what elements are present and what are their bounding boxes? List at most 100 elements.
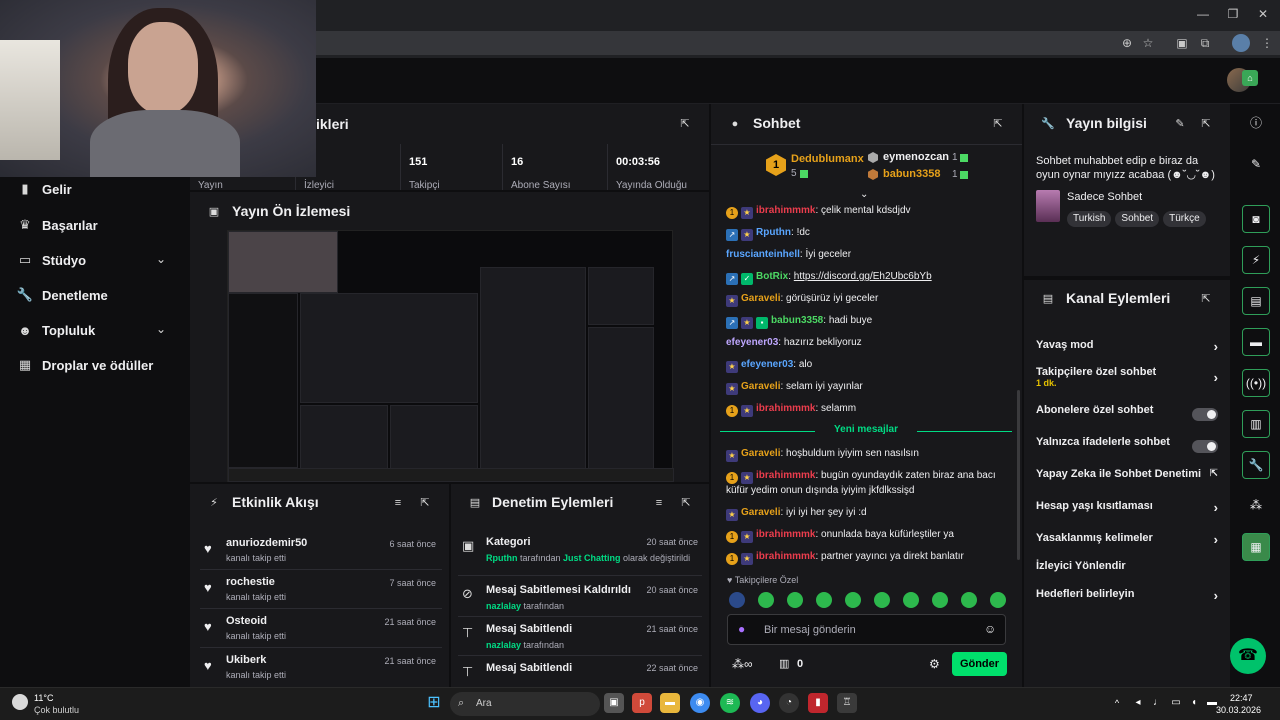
filter-icon[interactable]: ≡ <box>391 496 405 510</box>
tray-icon[interactable]: ◂ <box>1128 693 1148 713</box>
volume-icon[interactable]: ◖ <box>1184 693 1204 713</box>
popout-icon[interactable]: ⇱ <box>678 117 692 131</box>
mod-row[interactable]: ▣ Kategori 20 saat önce Rputhn tarafında… <box>458 530 702 576</box>
camera-icon[interactable]: ◙ <box>1242 205 1270 233</box>
tag[interactable]: Sohbet <box>1115 211 1160 227</box>
emote-icon[interactable] <box>874 592 890 608</box>
category-thumbnail[interactable] <box>1036 190 1060 222</box>
sidebar-item-denetleme[interactable]: 🔧 Denetleme <box>16 283 108 307</box>
mod-row[interactable]: ⊤ Mesaj Sabitlendi 22 saat önce <box>458 656 702 684</box>
emote-icon[interactable] <box>932 592 948 608</box>
popout-icon[interactable]: ⇱ <box>1199 117 1213 131</box>
store-icon[interactable]: ▥ <box>779 657 789 670</box>
activity-row[interactable]: ♥ Ukiberk kanalı takip etti 21 saat önce <box>200 648 442 687</box>
extension-icon[interactable]: ▣ <box>1173 34 1191 52</box>
slow-mode-row[interactable]: Yavaş mod › <box>1036 339 1222 359</box>
chat-input[interactable]: ● Bir mesaj gönderin ☺ <box>727 614 1006 645</box>
tray-chevron-icon[interactable]: ^ <box>1107 693 1127 713</box>
menu-dots-icon[interactable]: ⋮ <box>1258 34 1276 52</box>
maximize-icon[interactable]: ❐ <box>1218 4 1248 24</box>
subs-only-toggle[interactable] <box>1192 408 1218 421</box>
emote-icon[interactable] <box>729 592 745 608</box>
raid-row[interactable]: İzleyici Yönlendir <box>1036 560 1222 580</box>
network-icon[interactable]: ▭ <box>1166 693 1186 713</box>
emote-icon[interactable] <box>903 592 919 608</box>
help-headset-icon[interactable]: ☎ <box>1230 638 1266 674</box>
sidebar-item-studyo[interactable]: ▭ Stüdyo <box>16 248 86 272</box>
sidebar-item-droplar[interactable]: ▦ Droplar ve ödüller <box>16 353 153 377</box>
app-icon[interactable]: ▮ <box>808 693 828 713</box>
mod-row[interactable]: ⊘ Mesaj Sabitlemesi Kaldırıldı 20 saat ö… <box>458 578 702 617</box>
weather-temp[interactable]: 11°C <box>34 693 53 703</box>
app-icon[interactable]: ♖ <box>837 693 857 713</box>
zoom-icon[interactable]: ⊕ <box>1118 34 1136 52</box>
banned-words-row[interactable]: Yasaklanmış kelimeler › <box>1036 532 1222 552</box>
emote-only-toggle[interactable] <box>1192 440 1218 453</box>
discord-icon[interactable]: ◕ <box>750 693 770 713</box>
chevron-down-icon[interactable]: ⌄ <box>156 252 166 266</box>
settings-gear-icon[interactable]: ⚙ <box>929 657 940 671</box>
followers-only-row[interactable]: Takipçilere özel sohbet 1 dk. › <box>1036 366 1222 392</box>
wrench-icon[interactable]: 🔧 <box>1242 451 1270 479</box>
emote-icon[interactable] <box>816 592 832 608</box>
emote-icon[interactable] <box>787 592 803 608</box>
collapse-icon[interactable]: ⌄ <box>860 189 868 200</box>
sidebar-item-basarilar[interactable]: ♛ Başarılar <box>16 213 97 237</box>
emote-icon[interactable] <box>961 592 977 608</box>
leader-name[interactable]: eymenozcan <box>883 151 949 163</box>
taskbar-search[interactable]: Ara <box>450 692 600 716</box>
mod-row[interactable]: ⊤ Mesaj Sabitlendi 21 saat önce nazlalay… <box>458 617 702 656</box>
sidebar-item-topluluk[interactable]: ☻ Topluluk <box>16 318 95 342</box>
microphone-icon[interactable]: ♩ <box>1148 693 1168 713</box>
close-icon[interactable]: ✕ <box>1248 4 1278 24</box>
emote-icon[interactable] <box>758 592 774 608</box>
emote-icon[interactable] <box>845 592 861 608</box>
activity-row[interactable]: ♥ rochestie kanalı takip etti 7 saat önce <box>200 570 442 609</box>
info-icon[interactable]: ⓘ <box>1242 110 1270 138</box>
users-icon[interactable]: ⁂ <box>1242 492 1270 520</box>
broadcast-icon[interactable]: ((•)) <box>1242 369 1270 397</box>
sidebar-item-gelir[interactable]: ▮ Gelir <box>16 177 71 201</box>
discord-link[interactable]: https://discord.gg/Eh2Ubc6bYb <box>794 271 932 282</box>
task-view-icon[interactable]: ▣ <box>604 693 624 713</box>
emoji-icon[interactable]: ☺ <box>984 622 996 636</box>
filter-icon[interactable]: ≡ <box>652 496 666 510</box>
clock-date[interactable]: 30.03.2026 <box>1216 705 1261 715</box>
new-messages-divider[interactable]: Yeni mesajlar <box>720 424 1012 438</box>
spotify-icon[interactable]: ≋ <box>720 693 740 713</box>
popout-icon[interactable]: ⇱ <box>679 496 693 510</box>
folder-icon[interactable]: ▬ <box>660 693 680 713</box>
popout-icon[interactable]: ⇱ <box>418 496 432 510</box>
minimize-icon[interactable]: — <box>1188 4 1218 24</box>
popout-icon[interactable]: ⇱ <box>991 117 1005 131</box>
bookmark-star-icon[interactable]: ☆ <box>1139 34 1157 52</box>
popout-icon[interactable]: ⇱ <box>1199 292 1213 306</box>
send-button[interactable]: Gönder <box>952 652 1007 676</box>
stream-preview-video[interactable] <box>227 230 674 482</box>
emote-icon[interactable] <box>990 592 1006 608</box>
puzzle-icon[interactable]: ⧉ <box>1196 34 1214 52</box>
app-icon[interactable]: p <box>632 693 652 713</box>
battery-icon[interactable]: ▬ <box>1202 693 1222 713</box>
activity-row[interactable]: ♥ Osteoid kanalı takip etti 21 saat önce <box>200 609 442 648</box>
tag[interactable]: Türkçe <box>1163 211 1206 227</box>
layout-icon[interactable]: ▥ <box>1242 410 1270 438</box>
weather-cloud-icon[interactable] <box>12 694 28 710</box>
game-icon[interactable]: ▦ <box>1242 533 1270 561</box>
document-icon[interactable]: ▤ <box>1242 287 1270 315</box>
chat-scrollbar[interactable] <box>1017 390 1020 560</box>
activity-row[interactable]: ♥ anuriozdemir50 kanalı takip etti 6 saat ö… <box>200 531 442 570</box>
leader-name[interactable]: Dedublumanx <box>791 153 864 165</box>
bolt-icon[interactable]: ⚡ <box>1242 246 1270 274</box>
chrome-icon[interactable]: ◉ <box>690 693 710 713</box>
profile-icon[interactable] <box>1232 34 1250 52</box>
category-name[interactable]: Sadece Sohbet <box>1067 191 1142 203</box>
app-icon[interactable]: ◔ <box>779 693 799 713</box>
ai-moderation-row[interactable]: Yapay Zeka ile Sohbet Denetimi ⇱ <box>1036 468 1222 488</box>
clock-time[interactable]: 22:47 <box>1230 693 1253 703</box>
edit-pencil-icon[interactable]: ✎ <box>1173 117 1187 131</box>
windows-start-icon[interactable]: ⊞ <box>424 693 444 713</box>
users-icon[interactable]: ⁂∞ <box>732 657 753 671</box>
account-age-row[interactable]: Hesap yaşı kısıtlaması › <box>1036 500 1222 520</box>
edit-pencil-icon[interactable]: ✎ <box>1242 151 1270 179</box>
